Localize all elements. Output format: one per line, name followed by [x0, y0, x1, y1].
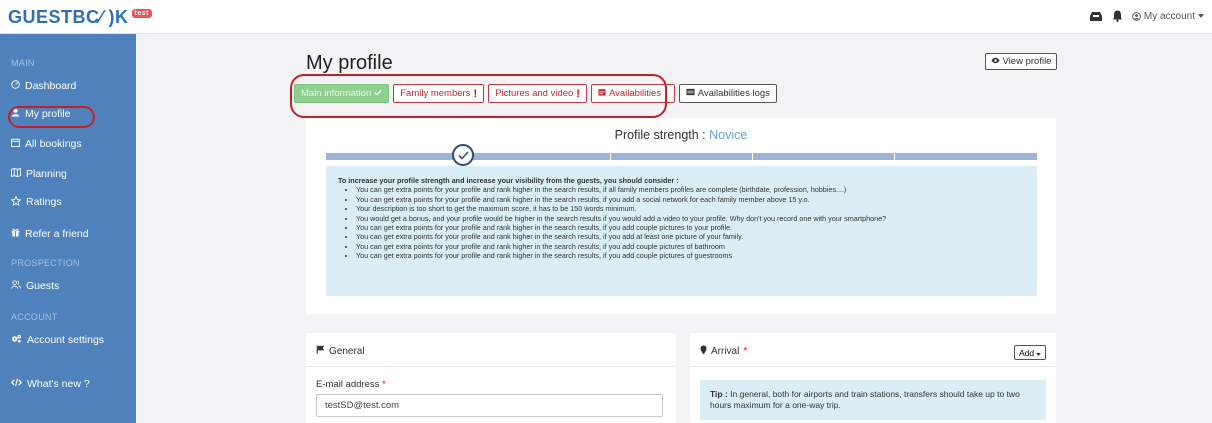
advice-item: Your description is too short to get the… [356, 204, 1025, 213]
top-bar: GUESTBC⁄ )K test My account [0, 0, 1212, 34]
sidebar-section-account: ACCOUNT [11, 312, 58, 322]
sidebar-item-label: Ratings [26, 196, 62, 208]
email-label: E-mail address * [316, 379, 386, 390]
advice-item: You would get a bonus, and your profile … [356, 214, 1025, 223]
sidebar-item-planning[interactable]: Planning [11, 166, 67, 182]
progress-divider [894, 153, 895, 160]
card-divider [306, 366, 676, 367]
tab-availabilities-logs[interactable]: Availabilities logs [678, 84, 777, 103]
highlight-oval-my-profile [8, 106, 95, 128]
profile-strength-card: Profile strength : Novice To increase yo… [306, 118, 1056, 314]
tab-label: Availabilities logs [697, 88, 770, 99]
account-menu[interactable]: My account [1132, 11, 1204, 22]
planning-icon [11, 167, 21, 180]
user-circle-icon [1132, 11, 1141, 21]
logo-text: GUESTBC⁄ )K [8, 7, 129, 27]
gift-icon [11, 228, 20, 240]
advice-item: You can get extra points for your profil… [356, 223, 1025, 232]
sidebar-item-label: Account settings [27, 334, 105, 346]
view-profile-button[interactable]: View profile [985, 53, 1057, 70]
advice-item: You can get extra points for your profil… [356, 185, 1025, 194]
calendar-icon [11, 138, 20, 150]
profile-strength-progress [326, 153, 1037, 160]
view-profile-label: View profile [1002, 56, 1052, 67]
sidebar-item-all-bookings[interactable]: All bookings [11, 136, 82, 152]
sidebar-item-account-settings[interactable]: Account settings [11, 332, 104, 348]
account-label: My account [1143, 10, 1195, 22]
dashboard-icon [11, 80, 20, 92]
general-card-title: General [329, 345, 365, 357]
users-icon [11, 280, 21, 292]
advice-item: You can get extra points for your profil… [356, 232, 1025, 241]
arrival-tip: Tip : In general, both for airports and … [700, 380, 1046, 420]
general-card-header: General [316, 345, 365, 357]
general-card: General E-mail address * testSD@test.com [306, 333, 676, 423]
sidebar-item-label: Guests [26, 280, 60, 292]
sidebar-item-ratings[interactable]: Ratings [10, 194, 62, 210]
strength-level: Novice [709, 128, 748, 142]
advice-item: You can get extra points for your profil… [356, 242, 1025, 251]
eye-icon [990, 56, 1000, 67]
sidebar-item-label: All bookings [25, 138, 82, 150]
sidebar-item-dashboard[interactable]: Dashboard [11, 78, 76, 94]
profile-strength-title: Profile strength : Novice [306, 128, 1056, 142]
sidebar-item-label: Planning [26, 168, 67, 180]
required-marker: * [743, 346, 748, 357]
email-label-text: E-mail address [316, 379, 380, 390]
sidebar-section-main: MAIN [11, 58, 35, 68]
sidebar: MAIN Dashboard My profile All bookings P… [0, 34, 136, 423]
cogs-icon [11, 334, 22, 346]
progress-divider [752, 153, 753, 160]
tip-label: Tip : [710, 389, 728, 399]
highlight-oval-tabs [290, 74, 667, 118]
caret-down-icon [1036, 348, 1041, 358]
advice-item: You can get extra points for your profil… [356, 251, 1025, 260]
top-right-controls: My account [1089, 10, 1204, 22]
list-icon [686, 88, 695, 99]
email-field[interactable]: testSD@test.com [316, 394, 663, 417]
sidebar-section-prospection: PROSPECTION [11, 258, 80, 268]
code-icon [10, 378, 23, 390]
inbox-icon[interactable] [1089, 11, 1103, 22]
tip-text: In general, both for airports and train … [710, 389, 1020, 410]
required-marker: * [382, 379, 386, 390]
sidebar-item-whats-new[interactable]: What's new ? [10, 376, 90, 392]
sidebar-item-refer-a-friend[interactable]: Refer a friend [11, 226, 89, 242]
arrival-card-header: Arrival * [700, 345, 747, 358]
add-arrival-button[interactable]: Add [1014, 345, 1046, 360]
sidebar-item-label: What's new ? [27, 378, 90, 390]
bell-icon[interactable] [1112, 10, 1123, 22]
profile-advice-box: To increase your profile strength and in… [326, 166, 1037, 296]
test-badge: test [131, 9, 152, 18]
strength-label: Profile strength : [614, 128, 710, 142]
advice-heading: To increase your profile strength and in… [338, 176, 679, 185]
card-divider [690, 366, 1056, 367]
add-label: Add [1018, 347, 1035, 358]
star-icon [10, 194, 22, 209]
sidebar-item-label: Refer a friend [25, 228, 89, 240]
guestbook-logo[interactable]: GUESTBC⁄ )K test [8, 7, 152, 28]
sidebar-item-guests[interactable]: Guests [11, 278, 59, 294]
advice-list: You can get extra points for your profil… [356, 185, 1025, 260]
flag-icon [316, 345, 325, 357]
progress-divider [610, 153, 611, 160]
sidebar-item-label: Dashboard [25, 80, 77, 92]
advice-item: You can get extra points for your profil… [356, 195, 1025, 204]
progress-check-icon [452, 144, 474, 166]
arrival-card: Arrival * Add Tip : In general, both for … [690, 333, 1056, 423]
arrival-card-title: Arrival [711, 346, 740, 357]
map-marker-icon [700, 345, 707, 358]
page-title: My profile [306, 52, 393, 74]
caret-down-icon [1198, 14, 1204, 18]
